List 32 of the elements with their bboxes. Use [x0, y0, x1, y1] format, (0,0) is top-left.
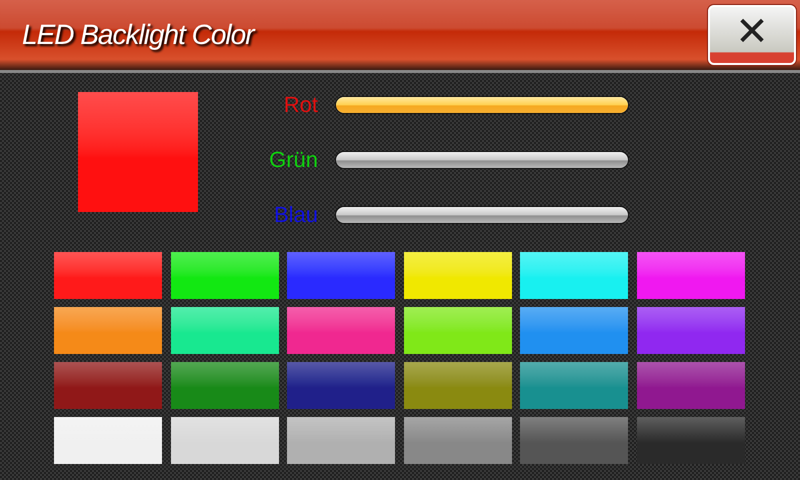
slider[interactable]: [336, 97, 628, 113]
color-swatch[interactable]: [287, 307, 396, 354]
color-swatch[interactable]: [520, 417, 628, 464]
slider-label: Rot: [282, 96, 318, 114]
color-swatch[interactable]: [54, 362, 162, 409]
color-swatch[interactable]: [170, 417, 279, 464]
color-swatch[interactable]: [404, 417, 512, 464]
color-swatch[interactable]: [404, 252, 512, 299]
color-swatch[interactable]: [520, 307, 628, 354]
close-button[interactable]: ✕: [708, 5, 796, 65]
color-swatch[interactable]: [170, 307, 279, 354]
color-swatch[interactable]: [636, 252, 745, 299]
color-swatch[interactable]: [636, 417, 745, 464]
color-swatch[interactable]: [636, 362, 745, 409]
color-swatch[interactable]: [636, 307, 745, 354]
slider[interactable]: [336, 207, 628, 223]
color-swatch[interactable]: [404, 362, 512, 409]
color-swatch[interactable]: [520, 252, 628, 299]
color-swatch[interactable]: [54, 417, 162, 464]
color-swatch[interactable]: [287, 417, 396, 464]
color-swatch[interactable]: [170, 252, 279, 299]
color-swatch[interactable]: [54, 252, 162, 299]
window-title: LED Backlight Color: [22, 19, 254, 51]
color-swatch[interactable]: [520, 362, 628, 409]
color-swatch[interactable]: [54, 307, 162, 354]
slider-label: Blau: [272, 206, 318, 224]
color-swatch[interactable]: [287, 252, 396, 299]
color-swatch[interactable]: [404, 307, 512, 354]
slider-label: Grün: [268, 151, 318, 169]
slider[interactable]: [336, 152, 628, 168]
color-swatch[interactable]: [287, 362, 396, 409]
color-swatch[interactable]: [170, 362, 279, 409]
